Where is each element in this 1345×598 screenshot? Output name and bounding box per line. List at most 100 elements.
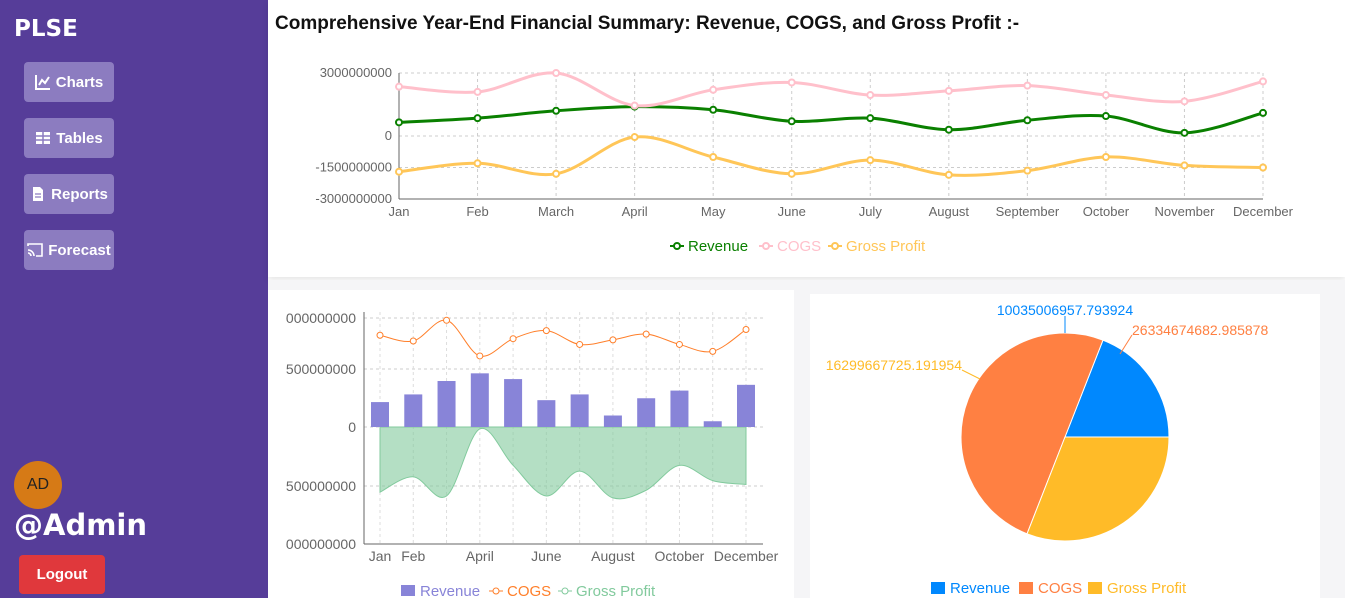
revenue-bar xyxy=(437,381,456,427)
x-tick-label: November xyxy=(1154,204,1215,219)
legend-marker xyxy=(1019,582,1033,594)
logout-button[interactable]: Logout xyxy=(19,555,105,594)
x-tick-label: April xyxy=(622,204,648,219)
data-point xyxy=(866,114,875,123)
nav-forecast-button[interactable]: Forecast xyxy=(24,230,114,270)
data-point xyxy=(1259,163,1267,172)
x-tick-label: August xyxy=(591,548,635,564)
data-point xyxy=(395,167,403,176)
revenue-bar xyxy=(404,394,423,427)
x-tick-label: April xyxy=(466,548,494,564)
x-tick-label: March xyxy=(538,204,574,219)
y-tick-label: 500000000 xyxy=(286,478,356,494)
x-tick-label: December xyxy=(1233,204,1294,219)
legend-label: COGS xyxy=(777,238,821,255)
data-point xyxy=(866,91,875,100)
cogs-point xyxy=(642,330,650,338)
x-tick-label: September xyxy=(996,204,1060,219)
data-point xyxy=(473,159,482,168)
series-line-0 xyxy=(398,105,1264,135)
nav-tables-label: Tables xyxy=(56,129,103,147)
data-point xyxy=(473,114,482,123)
y-tick-label: 500000000 xyxy=(286,361,356,377)
nav-forecast-label: Forecast xyxy=(48,241,111,259)
line-chart: 3000000000 0 -1500000000 -3000000000Jan Feb M… xyxy=(315,65,1294,255)
revenue-bar xyxy=(737,384,755,427)
sidebar: PLSE Charts Tables Reports Forecast AD @… xyxy=(0,0,268,598)
cogs-point xyxy=(609,336,617,344)
data-point xyxy=(1180,97,1189,106)
avatar[interactable]: AD xyxy=(14,461,62,509)
data-point xyxy=(630,101,639,110)
legend-label: Revenue xyxy=(950,580,1010,597)
x-tick-label: June xyxy=(531,548,562,564)
x-tick-label: October xyxy=(655,548,705,564)
y-tick-label: 0 xyxy=(385,128,392,143)
x-tick-label: Feb xyxy=(466,204,488,219)
cogs-point xyxy=(409,337,417,345)
legend-marker-dot xyxy=(492,587,500,595)
legend-label: COGS xyxy=(507,583,551,598)
cogs-point xyxy=(675,340,683,348)
pie-data-label: 26334674682.985878 xyxy=(1132,322,1268,338)
pie-label-line xyxy=(1119,334,1133,355)
legend-marker-dot xyxy=(673,242,681,250)
cogs-point xyxy=(376,331,384,339)
data-point xyxy=(1180,161,1189,170)
cogs-point xyxy=(509,335,517,343)
legend-label: Revenue xyxy=(420,583,480,598)
data-point xyxy=(1101,112,1110,121)
data-point xyxy=(709,85,718,94)
cogs-point xyxy=(709,347,717,355)
data-point xyxy=(1101,153,1110,161)
data-point xyxy=(944,86,953,95)
gross-profit-area xyxy=(379,426,747,500)
data-point xyxy=(1023,116,1032,125)
table-icon xyxy=(36,132,51,144)
pie-data-label: 16299667725.191954 xyxy=(826,357,962,373)
data-point xyxy=(395,82,403,91)
nav-charts-label: Charts xyxy=(55,73,104,91)
nav-charts-button[interactable]: Charts xyxy=(24,62,114,102)
cogs-point xyxy=(576,340,584,348)
composed-chart: 000000000 500000000 0 500000000 000000000 Jan… xyxy=(286,310,779,598)
pie-chart: 10035006957.793924 26334674682.985878 1629… xyxy=(826,302,1269,597)
revenue-bar xyxy=(703,421,722,427)
nav-reports-label: Reports xyxy=(51,185,108,203)
x-tick-label: October xyxy=(1083,204,1130,219)
cogs-point xyxy=(443,316,451,324)
data-point xyxy=(787,169,796,178)
data-point xyxy=(1101,91,1110,100)
data-point xyxy=(395,118,403,127)
revenue-bar xyxy=(537,400,556,427)
legend-label: Gross Profit xyxy=(576,583,656,598)
data-point xyxy=(709,153,718,161)
data-point xyxy=(787,117,796,126)
cogs-point xyxy=(742,326,750,333)
y-tick-label: -1500000000 xyxy=(315,160,392,175)
revenue-bar xyxy=(637,398,656,427)
cogs-line xyxy=(379,319,747,357)
y-tick-label: 3000000000 xyxy=(320,65,392,80)
pie-label-line xyxy=(961,369,981,380)
nav-tables-button[interactable]: Tables xyxy=(24,118,114,158)
x-tick-label: Feb xyxy=(401,548,425,564)
nav-reports-button[interactable]: Reports xyxy=(24,174,114,214)
data-point xyxy=(1259,77,1267,86)
legend-marker xyxy=(401,585,415,596)
data-point xyxy=(709,105,718,114)
legend-label: COGS xyxy=(1038,580,1082,597)
data-point xyxy=(866,156,875,165)
data-point xyxy=(1180,128,1189,137)
brand-logo: PLSE xyxy=(14,16,78,42)
data-point xyxy=(473,87,482,96)
x-tick-label: December xyxy=(714,548,779,564)
x-tick-label: July xyxy=(859,204,883,219)
revenue-bar xyxy=(470,373,489,427)
legend-label: Gross Profit xyxy=(1107,580,1187,597)
legend-marker-dot xyxy=(762,242,770,250)
legend-marker-dot xyxy=(561,587,569,595)
y-tick-label: -3000000000 xyxy=(315,191,392,206)
x-tick-label: Jan xyxy=(369,548,392,564)
revenue-bar xyxy=(670,390,689,427)
